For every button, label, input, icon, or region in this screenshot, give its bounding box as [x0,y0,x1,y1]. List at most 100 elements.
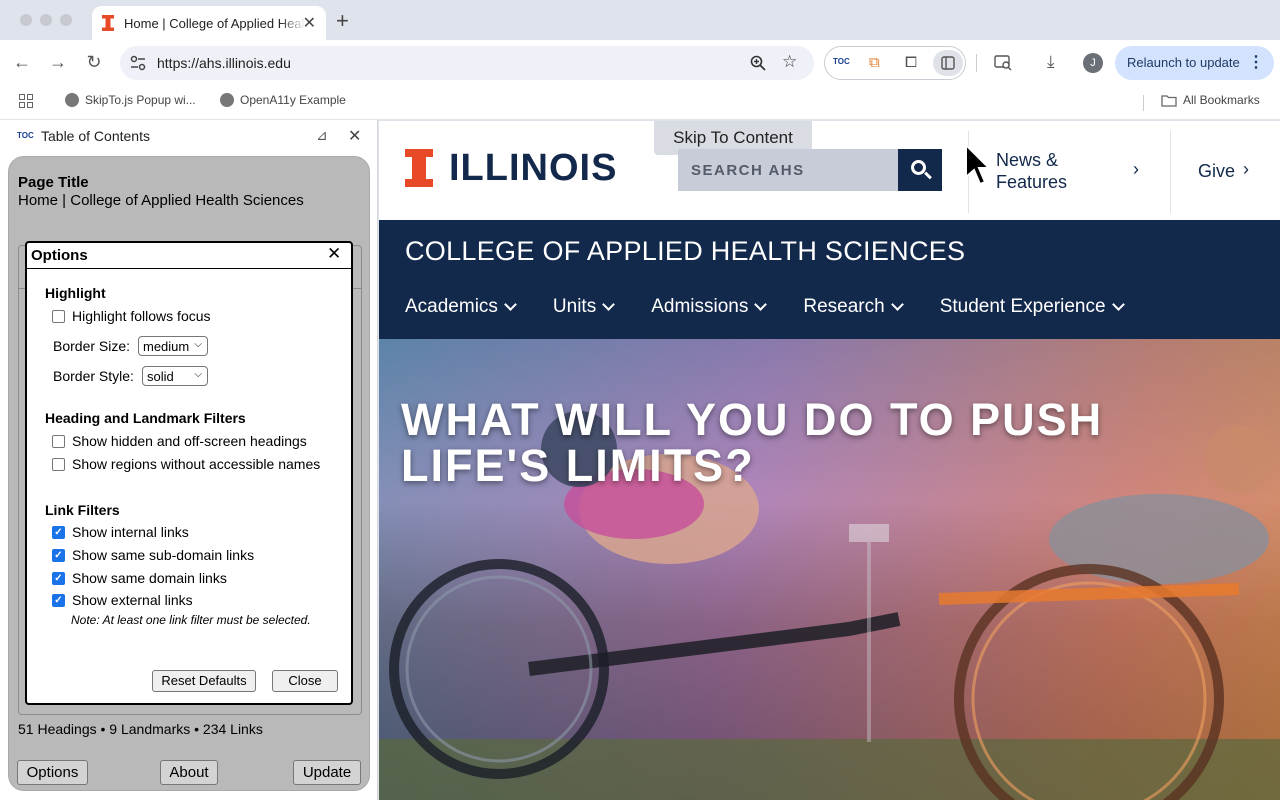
browser-toolbar: ← → ↻ https://ahs.illinois.edu ☆ TOC ⧉ ⧠ [0,40,1280,86]
window-zoom-dot[interactable] [60,14,72,26]
side-panel-toggle[interactable] [933,50,963,76]
apps-grid-icon[interactable] [19,94,33,108]
webpage: ILLINOIS Skip To Content SEARCH AHS News… [379,121,1280,800]
utility-divider [1170,131,1171,213]
search-input[interactable]: SEARCH AHS [678,149,898,191]
chevron-down-icon: ⌵ [194,339,202,350]
checkbox-label: Show external links [72,592,193,608]
border-style-label: Border Style: [53,368,134,384]
college-name[interactable]: COLLEGE OF APPLIED HEALTH SCIENCES [405,236,965,267]
bookmarks-bar: SkipTo.js Popup wi... OpenA11y Example A… [0,86,1280,120]
border-size-value: medium [143,339,190,354]
options-dialog: Options ✕ Highlight Highlight follows fo… [25,241,353,705]
bookmark-skipto[interactable]: SkipTo.js Popup wi... [65,93,196,107]
nav-admissions[interactable]: Admissions [651,296,768,318]
link-filter-note: Note: At least one link filter must be s… [71,613,311,627]
checkbox-unchecked[interactable] [52,434,65,448]
window-close-dot[interactable] [20,14,32,26]
nav-label: Student Experience [939,296,1106,317]
update-button[interactable]: Update [293,760,361,785]
side-panel-close-icon[interactable]: ✕ [348,126,361,146]
checkbox-checked[interactable]: ✓ [52,593,65,607]
page-title-value: Home | College of Applied Health Science… [18,192,304,209]
bookmark-opena11y[interactable]: OpenA11y Example [220,93,346,107]
browser-tabstrip: Home | College of Applied Health Science… [0,0,1280,40]
nav-academics[interactable]: Academics [405,296,517,318]
chevron-right-icon: › [1243,159,1249,179]
relaunch-button[interactable]: Relaunch to update ⋮ [1115,46,1274,80]
border-style-value: solid [147,369,174,384]
site-settings-icon[interactable] [130,55,146,71]
address-bar[interactable]: https://ahs.illinois.edu ☆ [120,46,814,80]
puzzle-extensions-icon[interactable]: ⧠ [905,54,917,71]
chevron-down-icon [890,298,904,311]
illinois-wordmark[interactable]: ILLINOIS [449,147,617,190]
checkbox-label: Highlight follows focus [72,308,211,324]
more-menu-icon[interactable]: ⋮ [1248,52,1264,72]
subdomain-links-checkbox[interactable]: ✓ Show same sub-domain links [52,547,254,563]
checkbox-label: Show hidden and off-screen headings [72,433,307,449]
illinois-block-i-icon[interactable] [405,149,433,187]
give-link[interactable]: Give [1198,160,1235,182]
checkbox-checked[interactable]: ✓ [52,548,65,562]
bookmark-star-icon[interactable]: ☆ [782,52,797,72]
nav-label: Units [552,296,597,317]
nav-research[interactable]: Research [803,296,904,318]
unnamed-regions-checkbox[interactable]: Show regions without accessible names [52,456,320,472]
news-features-link[interactable]: News & Features [996,149,1067,193]
back-arrow-icon[interactable]: ← [11,52,33,73]
highlight-follows-focus-checkbox[interactable]: Highlight follows focus [52,308,211,324]
options-dialog-title: Options [31,247,88,264]
globe-icon [65,93,79,107]
internal-links-checkbox[interactable]: ✓ Show internal links [52,524,189,540]
options-close-icon[interactable]: ✕ [327,244,341,264]
heading-landmark-filters-heading: Heading and Landmark Filters [45,410,246,426]
options-button[interactable]: Options [17,760,88,785]
profile-avatar[interactable]: J [1083,53,1103,73]
toc-side-panel: TOC Table of Contents ⊿ ✕ Page Title Hom… [0,120,378,800]
window-minimize-dot[interactable] [40,14,52,26]
url-text[interactable]: https://ahs.illinois.edu [157,55,291,71]
copy-extension-icon[interactable]: ⧉ [869,54,880,71]
nav-label: Admissions [651,296,749,317]
hidden-headings-checkbox[interactable]: Show hidden and off-screen headings [52,433,307,449]
link-filters-heading: Link Filters [45,502,120,518]
download-icon[interactable]: ⤓ [1047,52,1055,72]
options-dialog-header: Options ✕ [27,243,351,269]
bookmarks-divider [1143,95,1144,111]
options-close-button[interactable]: Close [272,670,338,692]
forward-arrow-icon[interactable]: → [47,52,69,73]
new-tab-button[interactable]: + [336,8,349,34]
mouse-cursor-icon [965,143,990,186]
checkbox-unchecked[interactable] [52,309,65,323]
unpin-icon[interactable]: ⊿ [316,127,328,144]
about-button[interactable]: About [160,760,218,785]
checkbox-label: Show internal links [72,524,189,540]
external-links-checkbox[interactable]: ✓ Show external links [52,592,193,608]
checkbox-label: Show regions without accessible names [72,456,321,472]
side-panel-icon [941,56,955,70]
reload-icon[interactable]: ↻ [83,52,105,73]
chevron-down-icon: ⌵ [194,369,202,380]
zoom-icon[interactable] [750,55,766,71]
border-size-label: Border Size: [53,338,131,354]
all-bookmarks-button[interactable]: All Bookmarks [1161,93,1260,107]
checkbox-checked[interactable]: ✓ [52,571,65,585]
nav-units[interactable]: Units [552,296,616,318]
toc-extension-icon[interactable]: TOC [833,57,850,66]
main-navigation: Academics Units Admissions Research Stud… [405,296,1125,318]
nav-student-experience[interactable]: Student Experience [939,296,1125,318]
tab-close-icon[interactable]: ✕ [303,13,316,33]
chevron-down-icon [1111,298,1125,311]
nav-label: Research [803,296,885,317]
search-button[interactable] [898,149,942,191]
bookmark-label: SkipTo.js Popup wi... [85,93,196,107]
border-size-select[interactable]: medium ⌵ [138,336,208,356]
browser-tab-active[interactable]: Home | College of Applied Health Science… [92,6,326,40]
border-style-select[interactable]: solid ⌵ [142,366,208,386]
checkbox-checked[interactable]: ✓ [52,525,65,539]
reset-defaults-button[interactable]: Reset Defaults [152,670,256,692]
checkbox-unchecked[interactable] [52,457,65,471]
tab-search-icon[interactable] [994,55,1012,71]
domain-links-checkbox[interactable]: ✓ Show same domain links [52,570,227,586]
